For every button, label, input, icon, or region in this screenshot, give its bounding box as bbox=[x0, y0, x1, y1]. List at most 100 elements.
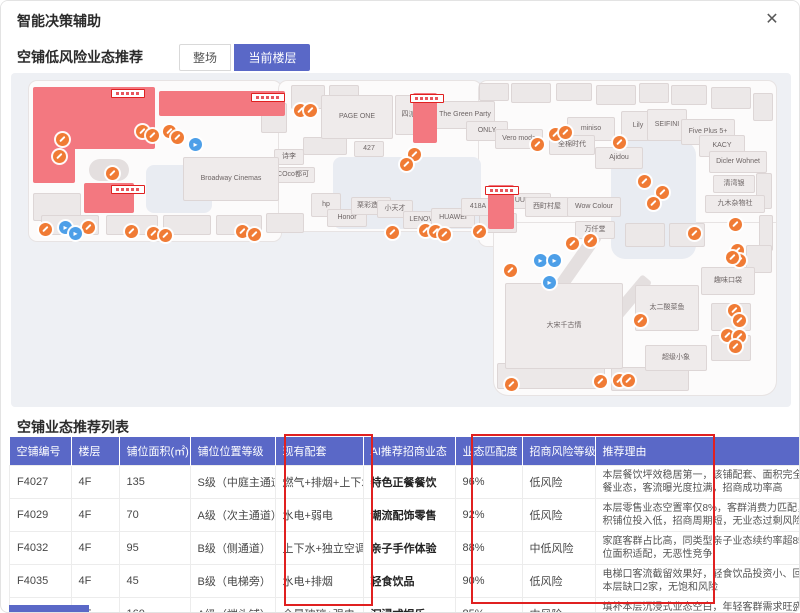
table-cell: 燃气+排烟+上下水 bbox=[275, 466, 363, 499]
info-marker-icon[interactable]: ▸ bbox=[69, 227, 82, 240]
store-marker-icon[interactable] bbox=[106, 167, 119, 180]
store-marker-icon[interactable] bbox=[729, 218, 742, 231]
info-marker-icon[interactable]: ▸ bbox=[189, 138, 202, 151]
table-title: 空铺业态推荐列表 bbox=[17, 417, 129, 437]
table-cell: B级（电梯旁） bbox=[190, 565, 275, 598]
store-block bbox=[753, 93, 773, 121]
cutoff-next-table-header bbox=[9, 605, 89, 613]
store-marker-icon[interactable] bbox=[159, 229, 172, 242]
vacant-shop-tag bbox=[410, 94, 444, 103]
table-cell: 全景玻璃+强电 bbox=[275, 598, 363, 613]
store-marker-icon[interactable] bbox=[634, 314, 647, 327]
store-marker-icon[interactable] bbox=[647, 197, 660, 210]
store-marker-icon[interactable] bbox=[688, 227, 701, 240]
table-row: F40384F160A级（端头铺）全景玻璃+强电沉浸式娱乐85%中风险填补本层沉… bbox=[10, 598, 800, 613]
store-marker-icon[interactable] bbox=[733, 314, 746, 327]
info-marker-icon[interactable]: ▸ bbox=[543, 276, 556, 289]
store-marker-icon[interactable] bbox=[473, 225, 486, 238]
store-marker-icon[interactable] bbox=[304, 104, 317, 117]
store-block-labeled: 趣味口袋 bbox=[701, 267, 755, 295]
store-block bbox=[711, 87, 751, 109]
recommendation-table: 空铺编号楼层铺位面积(㎡)铺位位置等级现有配套AI推荐招商业态业态匹配度招商风险… bbox=[9, 437, 800, 613]
vacant-shop-tag bbox=[485, 186, 519, 195]
store-marker-icon[interactable] bbox=[656, 186, 669, 199]
table-cell: 90% bbox=[455, 565, 522, 598]
table-cell: 轻食饮品 bbox=[363, 565, 455, 598]
table-cell: 低风险 bbox=[522, 466, 595, 499]
table-cell: B级（侧通道） bbox=[190, 532, 275, 565]
store-marker-icon[interactable] bbox=[438, 228, 451, 241]
table-cell: 92% bbox=[455, 499, 522, 532]
store-marker-icon[interactable] bbox=[248, 228, 261, 241]
close-icon[interactable]: ✕ bbox=[761, 9, 783, 31]
store-marker-icon[interactable] bbox=[504, 264, 517, 277]
store-block-labeled: 清湾银 bbox=[713, 175, 755, 193]
section-header: 空铺低风险业态推荐 整场 当前楼层 bbox=[1, 38, 799, 73]
info-marker-icon[interactable]: ▸ bbox=[548, 254, 561, 267]
store-marker-icon[interactable] bbox=[400, 158, 413, 171]
store-marker-icon[interactable] bbox=[622, 374, 635, 387]
table-cell: 160 bbox=[119, 598, 190, 613]
store-marker-icon[interactable] bbox=[53, 150, 66, 163]
table-cell: 低风险 bbox=[522, 565, 595, 598]
store-marker-icon[interactable] bbox=[386, 226, 399, 239]
store-block bbox=[266, 213, 304, 233]
store-block-labeled: Wow Colour bbox=[567, 197, 621, 217]
table-cell: F4029 bbox=[10, 499, 72, 532]
store-block bbox=[596, 85, 636, 105]
table-cell: F4032 bbox=[10, 532, 72, 565]
store-marker-icon[interactable] bbox=[39, 223, 52, 236]
store-block-labeled: 西町村屋 bbox=[525, 197, 569, 217]
store-marker-icon[interactable] bbox=[584, 234, 597, 247]
store-marker-icon[interactable] bbox=[559, 126, 572, 139]
store-marker-icon[interactable] bbox=[146, 129, 159, 142]
vacant-shop-tag bbox=[251, 93, 285, 102]
store-block-labeled: PAGE ONE bbox=[321, 95, 393, 139]
info-marker-icon[interactable]: ▸ bbox=[534, 254, 547, 267]
store-marker-icon[interactable] bbox=[729, 340, 742, 353]
dialog-title: 智能决策辅助 bbox=[17, 11, 101, 31]
section-title: 空铺低风险业态推荐 bbox=[17, 47, 143, 67]
store-block-labeled: 大宋千古情 bbox=[505, 283, 623, 369]
table-row: F40294F70A级（次主通道）水电+弱电潮流配饰零售92%低风险本层零售业态… bbox=[10, 499, 800, 532]
table-cell: 本层餐饮坪效稳居第一，该铺配套、面积完全适配正餐业态，客流曝光度拉满，招商成功率… bbox=[595, 466, 800, 499]
toggle-whole-mall[interactable]: 整场 bbox=[179, 44, 231, 71]
toggle-current-floor[interactable]: 当前楼层 bbox=[234, 44, 310, 71]
dialog-header: 智能决策辅助 ✕ bbox=[1, 1, 799, 39]
table-cell: 电梯口客流截留效果好，轻食饮品投资小、回本快，本层缺口2家，无饱和风险 bbox=[595, 565, 800, 598]
column-header: 现有配套 bbox=[275, 437, 363, 466]
table-cell: 沉浸式娱乐 bbox=[363, 598, 455, 613]
table-cell: S级（中庭主通道） bbox=[190, 466, 275, 499]
store-marker-icon[interactable] bbox=[236, 225, 249, 238]
store-block bbox=[671, 85, 707, 105]
store-marker-icon[interactable] bbox=[638, 175, 651, 188]
column-header: 铺位位置等级 bbox=[190, 437, 275, 466]
store-marker-icon[interactable] bbox=[566, 237, 579, 250]
store-marker-icon[interactable] bbox=[531, 138, 544, 151]
column-header: 推荐理由 bbox=[595, 437, 800, 466]
store-block-labeled: Broadway Cinemas bbox=[183, 157, 279, 201]
store-block bbox=[303, 137, 347, 155]
store-marker-icon[interactable] bbox=[726, 251, 739, 264]
store-marker-icon[interactable] bbox=[56, 133, 69, 146]
table-cell: 水电+排烟 bbox=[275, 565, 363, 598]
store-marker-icon[interactable] bbox=[171, 131, 184, 144]
table-cell: 家庭客群占比高，同类型亲子业态续约率超85%，铺位面积适配，无恶性竞争 bbox=[595, 532, 800, 565]
store-marker-icon[interactable] bbox=[125, 225, 138, 238]
table-cell: 中低风险 bbox=[522, 532, 595, 565]
column-header: 业态匹配度 bbox=[455, 437, 522, 466]
store-marker-icon[interactable] bbox=[613, 136, 626, 149]
table-cell: A级（次主通道） bbox=[190, 499, 275, 532]
store-marker-icon[interactable] bbox=[82, 221, 95, 234]
table-cell: 4F bbox=[71, 499, 119, 532]
store-block bbox=[479, 83, 509, 101]
table-cell: 96% bbox=[455, 466, 522, 499]
floor-map-canvas[interactable]: PAGE ONE四派西The Green Party427ONLYVero mo… bbox=[11, 73, 791, 407]
store-block bbox=[639, 83, 669, 103]
table-cell: 亲子手作体验 bbox=[363, 532, 455, 565]
table-cell: 4F bbox=[71, 466, 119, 499]
store-marker-icon[interactable] bbox=[147, 227, 160, 240]
store-block-labeled: 427 bbox=[354, 141, 384, 157]
store-marker-icon[interactable] bbox=[594, 375, 607, 388]
store-marker-icon[interactable] bbox=[505, 378, 518, 391]
